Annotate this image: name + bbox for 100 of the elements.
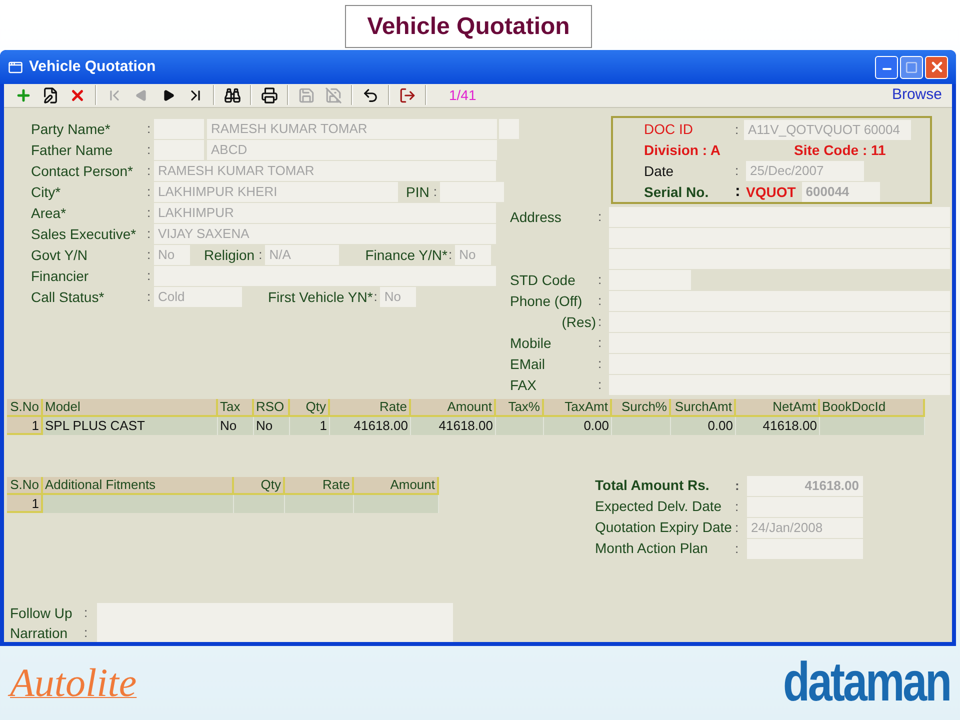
minimize-button[interactable] (875, 56, 898, 78)
input-field[interactable] (440, 182, 504, 202)
input-field[interactable] (609, 270, 691, 290)
field-label: Call Status* (31, 288, 106, 306)
input-field[interactable] (154, 140, 204, 160)
field-label: Contact Person* (31, 162, 134, 180)
input-field[interactable] (499, 119, 519, 139)
colon-separator: : (598, 292, 603, 310)
column-header: RSO (254, 398, 290, 416)
triangle-left-icon (135, 88, 148, 102)
field-label: Sales Executive* (31, 224, 138, 244)
field-label: STD Code (510, 270, 576, 290)
table-cell (496, 416, 544, 434)
input-field[interactable]: 41618.00 (747, 476, 863, 496)
window-title: Vehicle Quotation (29, 56, 156, 77)
field-label: FAX (510, 376, 538, 394)
column-header: S.No (7, 398, 43, 416)
input-field[interactable]: VIJAY SAXENA (154, 224, 496, 244)
field-label: Month Action Plan (595, 539, 709, 558)
input-field[interactable]: 25/Dec/2007 (746, 161, 864, 181)
save-icon (298, 86, 315, 104)
field-label: Follow Up (10, 604, 74, 622)
field-label: City* (31, 182, 62, 202)
colon-separator: : (258, 246, 262, 264)
search-icon (224, 86, 241, 104)
input-field[interactable] (609, 354, 950, 374)
colon-separator: : (448, 246, 452, 264)
table-cell: No (254, 416, 290, 434)
field-label: Mobile (510, 334, 552, 352)
input-field[interactable]: No (154, 245, 190, 265)
colon-separator: : (147, 288, 152, 306)
input-field[interactable]: RAMESH KUMAR TOMAR (207, 119, 497, 139)
slide-title: Vehicle Quotation (345, 5, 592, 48)
input-field[interactable] (609, 332, 950, 352)
field-label: Phone (Off) (510, 292, 584, 310)
input-field[interactable]: No (455, 245, 492, 265)
browse-link[interactable]: Browse (892, 84, 942, 106)
field-label: EMail (510, 354, 546, 374)
input-field[interactable] (154, 266, 496, 286)
colon-separator: : (147, 267, 152, 286)
input-field[interactable]: 24/Jan/2008 (747, 518, 863, 538)
row-number-cell: 1 (7, 416, 43, 434)
field-label: (Res) (560, 312, 596, 332)
table-cell: No (218, 416, 254, 434)
colon-separator: : (147, 204, 152, 222)
input-field[interactable] (609, 312, 950, 332)
input-field[interactable]: A11V_QOTVQUOT 60004 (744, 120, 911, 140)
colon-separator: : (735, 518, 740, 537)
input-field[interactable]: N/A (265, 245, 340, 265)
input-field[interactable]: ABCD (207, 140, 497, 160)
input-field[interactable] (609, 248, 950, 268)
input-field[interactable] (747, 538, 863, 558)
field-label: Expected Delv. Date (595, 497, 723, 516)
serial-prefix: VQUOT (746, 182, 796, 202)
input-field[interactable] (609, 374, 950, 394)
colon-separator: : (598, 376, 603, 394)
table-cell: 41618.00 (330, 416, 411, 434)
colon-separator: : (598, 208, 603, 226)
column-header: Rate (330, 398, 411, 416)
colon-separator: : (147, 141, 152, 160)
maximize-icon (905, 60, 918, 74)
field-label: Finance Y/N* (365, 246, 448, 264)
input-field[interactable]: 600044 (802, 182, 880, 202)
field-label: Address (510, 208, 562, 226)
input-field[interactable] (609, 228, 950, 248)
field-label: First Vehicle YN* (268, 288, 373, 306)
row-number-cell: 1 (7, 494, 43, 512)
column-header: SurchAmt (671, 398, 736, 416)
printer-icon (261, 86, 278, 104)
colon-separator: : (84, 604, 89, 622)
input-field[interactable]: RAMESH KUMAR TOMAR (154, 161, 496, 181)
input-field[interactable]: LAKHIMPUR (154, 203, 496, 223)
column-header: TaxAmt (544, 398, 612, 416)
input-field[interactable] (609, 290, 950, 310)
input-field[interactable]: Cold (154, 287, 242, 307)
input-field[interactable] (97, 602, 453, 622)
input-field[interactable] (747, 496, 863, 516)
table-cell (612, 416, 671, 434)
column-header: S.No (7, 476, 43, 494)
division-label: Division : A (644, 140, 722, 160)
input-field[interactable] (154, 119, 204, 139)
colon-separator: : (147, 246, 152, 264)
input-field[interactable]: LAKHIMPUR KHERI (154, 182, 398, 202)
input-field[interactable]: No (380, 287, 416, 307)
doc-id-label: DOC ID (644, 120, 694, 139)
record-counter: 1/41 (449, 86, 476, 105)
input-field[interactable] (609, 206, 950, 226)
column-header: Model (43, 398, 218, 416)
close-button[interactable] (925, 56, 948, 78)
column-header: Amount (354, 476, 439, 494)
maximize-button[interactable] (900, 56, 923, 78)
colon-separator: : (735, 120, 740, 139)
field-label: Area* (31, 204, 68, 222)
date-label: Date (644, 162, 675, 180)
colon-separator: : (374, 288, 378, 306)
table-cell: 41618.00 (736, 416, 820, 434)
colon-separator: : (735, 498, 740, 516)
colon-separator: : (433, 183, 437, 202)
column-header: Qty (290, 398, 330, 416)
input-field[interactable] (97, 622, 453, 642)
